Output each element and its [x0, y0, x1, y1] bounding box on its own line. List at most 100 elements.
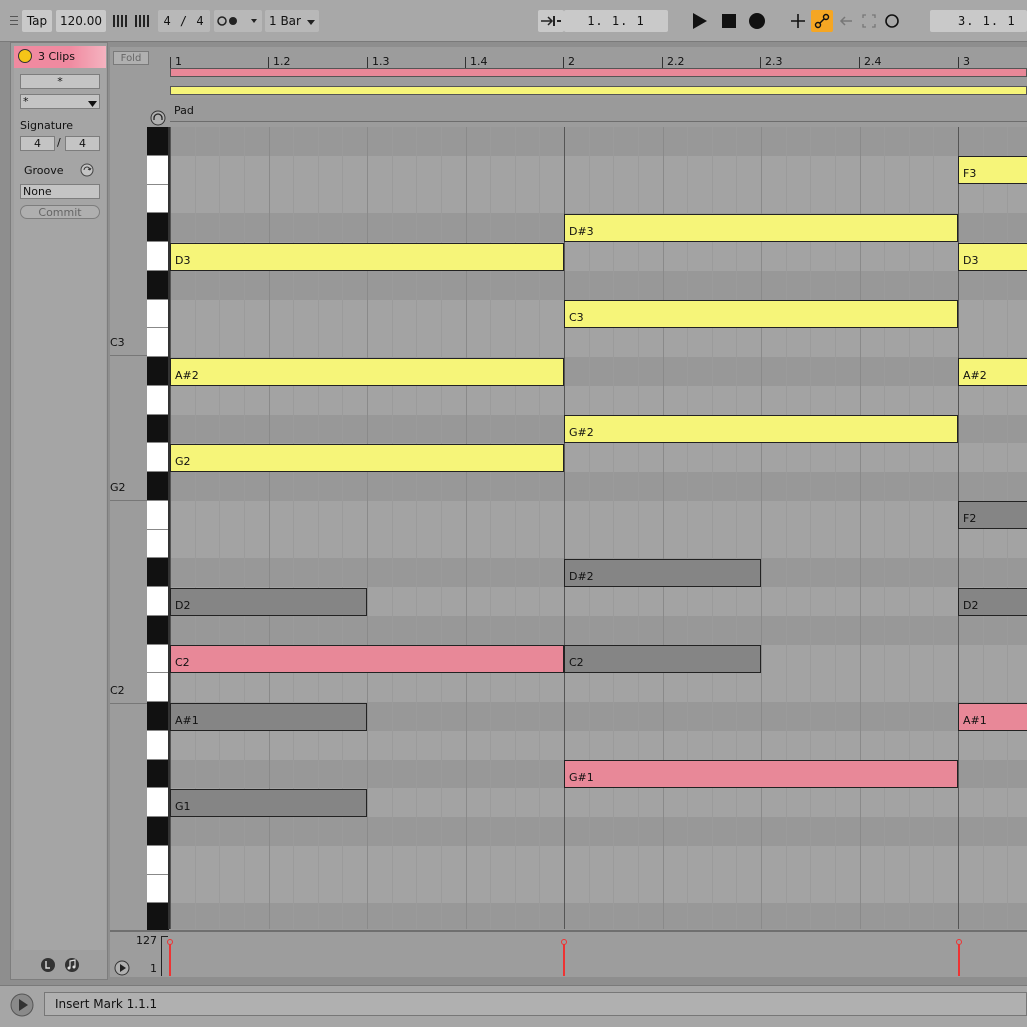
- groove-select[interactable]: None: [20, 184, 100, 199]
- grid-line: [834, 127, 836, 929]
- piano-key-white[interactable]: [147, 155, 169, 185]
- piano-key-black[interactable]: [147, 213, 169, 242]
- piano-key-white[interactable]: [147, 845, 169, 875]
- velocity-bar[interactable]: [169, 941, 171, 976]
- velocity-handle[interactable]: [561, 939, 567, 945]
- stop-button[interactable]: [718, 10, 740, 32]
- groove-pool-icon[interactable]: [80, 163, 94, 180]
- midi-note-f2[interactable]: F2: [958, 501, 1027, 530]
- piano-key-white[interactable]: [147, 500, 169, 530]
- piano-key-black[interactable]: [147, 357, 169, 386]
- ruler-tick: [760, 57, 761, 68]
- quantize-select[interactable]: 1 Bar: [265, 10, 319, 32]
- midi-note-a-sharp1[interactable]: A#1: [958, 702, 1027, 731]
- time-signature-field[interactable]: 4 / 4: [158, 10, 210, 32]
- clip-view-icon[interactable]: [40, 957, 56, 976]
- piano-key-white[interactable]: [147, 443, 169, 472]
- grid-line: [933, 127, 935, 929]
- piano-key-white[interactable]: [147, 587, 169, 616]
- loop-brace-yellow[interactable]: [170, 86, 1027, 95]
- midi-note-c2[interactable]: C2: [564, 645, 761, 673]
- midi-note-c3[interactable]: C3: [564, 300, 958, 328]
- loop-brace-pink[interactable]: [170, 68, 1027, 77]
- midi-note-d2[interactable]: D2: [958, 587, 1027, 616]
- tempo-field[interactable]: 120.00: [56, 10, 106, 32]
- piano-key-white[interactable]: [147, 730, 169, 760]
- midi-note-d-sharp2[interactable]: D#2: [564, 558, 761, 587]
- grid-row-dark: [170, 615, 1027, 645]
- midi-note-d3[interactable]: D3: [170, 242, 564, 271]
- record-button[interactable]: [746, 10, 768, 32]
- midi-note-d3[interactable]: D3: [958, 242, 1027, 271]
- follow-icon[interactable]: [538, 10, 564, 32]
- midi-note-g1[interactable]: G1: [170, 788, 367, 817]
- fold-button[interactable]: Fold: [113, 51, 149, 65]
- piano-key-black[interactable]: [147, 414, 169, 444]
- piano-key-black[interactable]: [147, 702, 169, 731]
- drag-handle-icon[interactable]: [8, 10, 20, 32]
- overdub-plus-icon[interactable]: [788, 10, 808, 32]
- piano-key-black[interactable]: [147, 759, 169, 789]
- piano-key-white[interactable]: [147, 385, 169, 415]
- status-bar: Insert Mark 1.1.1: [0, 985, 1027, 1027]
- midi-note-d-sharp3[interactable]: D#3: [564, 213, 958, 242]
- capture-icon[interactable]: [859, 10, 879, 32]
- midi-note-g-sharp1[interactable]: G#1: [564, 760, 958, 788]
- piano-key-black[interactable]: [147, 817, 169, 846]
- piano-key-black[interactable]: [147, 270, 169, 300]
- back-to-arrangement-icon[interactable]: [836, 10, 856, 32]
- midi-note-g2[interactable]: G2: [170, 443, 564, 472]
- metronome-icon[interactable]: [214, 10, 262, 32]
- piano-key-black[interactable]: [147, 472, 169, 501]
- piano-key-black[interactable]: [147, 903, 169, 932]
- piano-key-black[interactable]: [147, 127, 169, 156]
- piano-key-white[interactable]: [147, 299, 169, 329]
- clip-name-field[interactable]: *: [20, 74, 100, 89]
- piano-key-white[interactable]: [147, 328, 169, 357]
- clip-activator-icon[interactable]: [18, 49, 32, 63]
- status-play-icon[interactable]: [10, 993, 34, 1020]
- track-name-bar: Pad: [170, 98, 1027, 122]
- nudge-icon[interactable]: [110, 10, 154, 32]
- midi-note-a-sharp2[interactable]: A#2: [170, 357, 564, 386]
- midi-note-a-sharp2[interactable]: A#2: [958, 357, 1027, 386]
- piano-key-white[interactable]: [147, 529, 169, 559]
- velocity-bar[interactable]: [563, 941, 565, 976]
- midi-note-c2[interactable]: C2: [170, 645, 564, 673]
- grid-row-dark: [170, 817, 1027, 846]
- loop-start-field[interactable]: 3. 1. 1: [930, 10, 1027, 32]
- midi-note-a-sharp1[interactable]: A#1: [170, 702, 367, 731]
- midi-note-f3[interactable]: F3: [958, 156, 1027, 185]
- ruler-tick: [367, 57, 368, 68]
- velocity-handle[interactable]: [956, 939, 962, 945]
- groove-label: Groove: [24, 164, 64, 177]
- play-button[interactable]: [688, 10, 710, 32]
- piano-key-white[interactable]: [147, 788, 169, 817]
- piano-keyboard[interactable]: [147, 127, 169, 932]
- signature-denominator-field[interactable]: 4: [65, 136, 100, 151]
- piano-key-white[interactable]: [147, 874, 169, 904]
- notes-view-icon[interactable]: [64, 957, 80, 976]
- piano-key-white[interactable]: [147, 184, 169, 214]
- tap-tempo-button[interactable]: Tap: [22, 10, 52, 32]
- velocity-handle[interactable]: [167, 939, 173, 945]
- arrangement-position-field[interactable]: 1. 1. 1: [564, 10, 668, 32]
- piano-key-white[interactable]: [147, 673, 169, 702]
- clip-color-select[interactable]: *: [20, 94, 100, 109]
- ruler-label: 3: [963, 55, 970, 68]
- velocity-bar[interactable]: [958, 941, 960, 976]
- velocity-play-icon[interactable]: [114, 960, 130, 979]
- loop-circle-icon[interactable]: [882, 10, 902, 32]
- signature-numerator-field[interactable]: 4: [20, 136, 55, 151]
- octave-label-c2: C2: [110, 684, 125, 697]
- piano-key-white[interactable]: [147, 242, 169, 271]
- piano-key-black[interactable]: [147, 558, 169, 587]
- piano-key-black[interactable]: [147, 615, 169, 645]
- automation-arm-icon[interactable]: [811, 10, 833, 32]
- piano-key-white[interactable]: [147, 644, 169, 674]
- clip-header[interactable]: 3 Clips: [14, 46, 106, 68]
- midi-note-g-sharp2[interactable]: G#2: [564, 415, 958, 443]
- commit-button[interactable]: Commit: [20, 205, 100, 219]
- velocity-lane[interactable]: 127 1: [110, 930, 1027, 977]
- midi-note-d2[interactable]: D2: [170, 587, 367, 616]
